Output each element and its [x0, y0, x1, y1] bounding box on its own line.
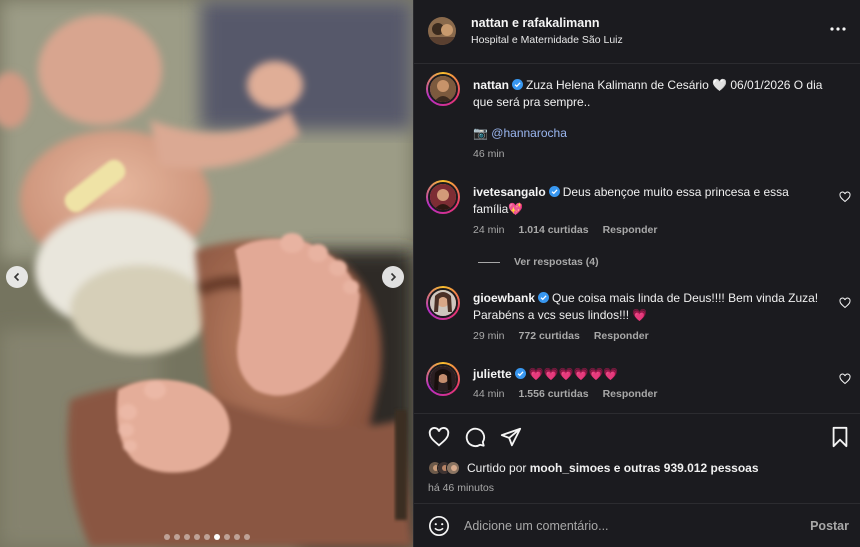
liked-by-row[interactable]: Curtido por mooh_simoes e outras 939.012… [428, 461, 759, 475]
chevron-right-icon [390, 272, 397, 282]
heart-icon[interactable] [839, 191, 851, 203]
heart-icon[interactable] [839, 373, 851, 385]
caption-meta: 46 min [473, 148, 505, 160]
comment-likes[interactable]: 1.556 curtidas [519, 388, 589, 400]
emoji-icon[interactable] [428, 515, 450, 537]
avatar[interactable] [426, 180, 460, 214]
liked-others-link[interactable]: e outras 939.012 pessoas [614, 461, 759, 475]
comment-time[interactable]: 29 min [473, 330, 505, 342]
post-time[interactable]: há 46 minutos [428, 482, 494, 494]
comment-text: ivetesangalo Deus abençoe muito essa prin… [473, 184, 823, 218]
post-side-panel: nattan e rafakalimann Hospital e Materni… [413, 0, 860, 547]
more-horizontal-icon[interactable] [829, 20, 847, 38]
heart-icon[interactable] [428, 426, 450, 448]
liked-by-text: Curtido por mooh_simoes e outras 939.012… [467, 461, 759, 475]
verified-badge-icon [548, 186, 560, 197]
caption-time[interactable]: 46 min [473, 148, 505, 160]
comment-username[interactable]: ivetesangalo [473, 185, 546, 199]
post-location[interactable]: Hospital e Maternidade São Luiz [471, 34, 623, 46]
carousel-dot [203, 534, 210, 540]
send-icon[interactable] [500, 426, 522, 448]
carousel-dot [163, 534, 170, 540]
comment-time[interactable]: 44 min [473, 388, 505, 400]
heart-icon[interactable] [839, 297, 851, 309]
newborn-photo [0, 0, 413, 547]
add-comment-bar: Postar [414, 503, 860, 547]
reply-button[interactable]: Responder [603, 388, 658, 400]
comment-meta: 29 min 772 curtidas Responder [473, 330, 649, 342]
post-media[interactable] [0, 0, 413, 547]
view-replies-button[interactable]: Ver respostas (4) [478, 256, 599, 268]
camera-icon: 📷 [473, 126, 488, 140]
reply-button[interactable]: Responder [603, 224, 658, 236]
avatar[interactable] [426, 72, 460, 106]
carousel-indicator [0, 534, 413, 540]
comment-input[interactable] [464, 516, 784, 536]
caption-username[interactable]: nattan [473, 78, 509, 92]
post-header: nattan e rafakalimann Hospital e Materni… [414, 0, 860, 64]
carousel-dot [233, 534, 240, 540]
previous-slide-button[interactable] [6, 266, 28, 288]
comment-text: juliette 💗💗💗💗💗💗 [473, 366, 823, 383]
liked-user-link[interactable]: mooh_simoes [530, 461, 611, 475]
carousel-dot [173, 534, 180, 540]
verified-badge-icon [538, 292, 550, 303]
caption-body: Zuza Helena Kalimann de Cesário 🤍 06/01/… [473, 78, 823, 109]
chevron-left-icon [13, 272, 20, 282]
carousel-dot [183, 534, 190, 540]
comment-body: 💗💗💗💗💗💗 [528, 367, 619, 381]
comment-text: gioewbank Que coisa mais linda de Deus!!!… [473, 290, 823, 324]
avatar[interactable] [426, 286, 460, 320]
photo-credit: 📷 @hannarocha [473, 125, 823, 142]
carousel-dot [223, 534, 230, 540]
liked-prefix: Curtido por [467, 461, 527, 475]
comment-meta: 24 min 1.014 curtidas Responder [473, 224, 657, 236]
verified-badge-icon [514, 368, 526, 379]
carousel-dot [193, 534, 200, 540]
bookmark-icon[interactable] [829, 426, 851, 448]
instagram-post-modal: nattan e rafakalimann Hospital e Materni… [0, 0, 860, 547]
comments-list[interactable]: nattan Zuza Helena Kalimann de Cesário 🤍 … [414, 64, 860, 413]
post-authors[interactable]: nattan e rafakalimann [471, 16, 600, 30]
credit-mention-link[interactable]: @hannarocha [491, 126, 567, 140]
post-actions: Curtido por mooh_simoes e outras 939.012… [414, 413, 860, 503]
avatar[interactable] [426, 362, 460, 396]
comment-meta: 44 min 1.556 curtidas Responder [473, 388, 657, 400]
next-slide-button[interactable] [382, 266, 404, 288]
reply-button[interactable]: Responder [594, 330, 649, 342]
verified-badge-icon [512, 79, 523, 90]
comment-icon[interactable] [464, 426, 486, 448]
view-replies-label: Ver respostas (4) [514, 256, 599, 268]
divider [478, 261, 500, 263]
comment-likes[interactable]: 1.014 curtidas [519, 224, 589, 236]
carousel-dot [243, 534, 250, 540]
comment-username[interactable]: gioewbank [473, 291, 535, 305]
post-comment-button[interactable]: Postar [810, 519, 849, 533]
caption-text: nattan Zuza Helena Kalimann de Cesário 🤍 … [473, 77, 823, 111]
author-avatar[interactable] [428, 17, 456, 45]
comment-time[interactable]: 24 min [473, 224, 505, 236]
carousel-dot [213, 534, 220, 540]
comment-likes[interactable]: 772 curtidas [519, 330, 580, 342]
liker-avatar [446, 461, 460, 475]
comment-username[interactable]: juliette [473, 367, 512, 381]
